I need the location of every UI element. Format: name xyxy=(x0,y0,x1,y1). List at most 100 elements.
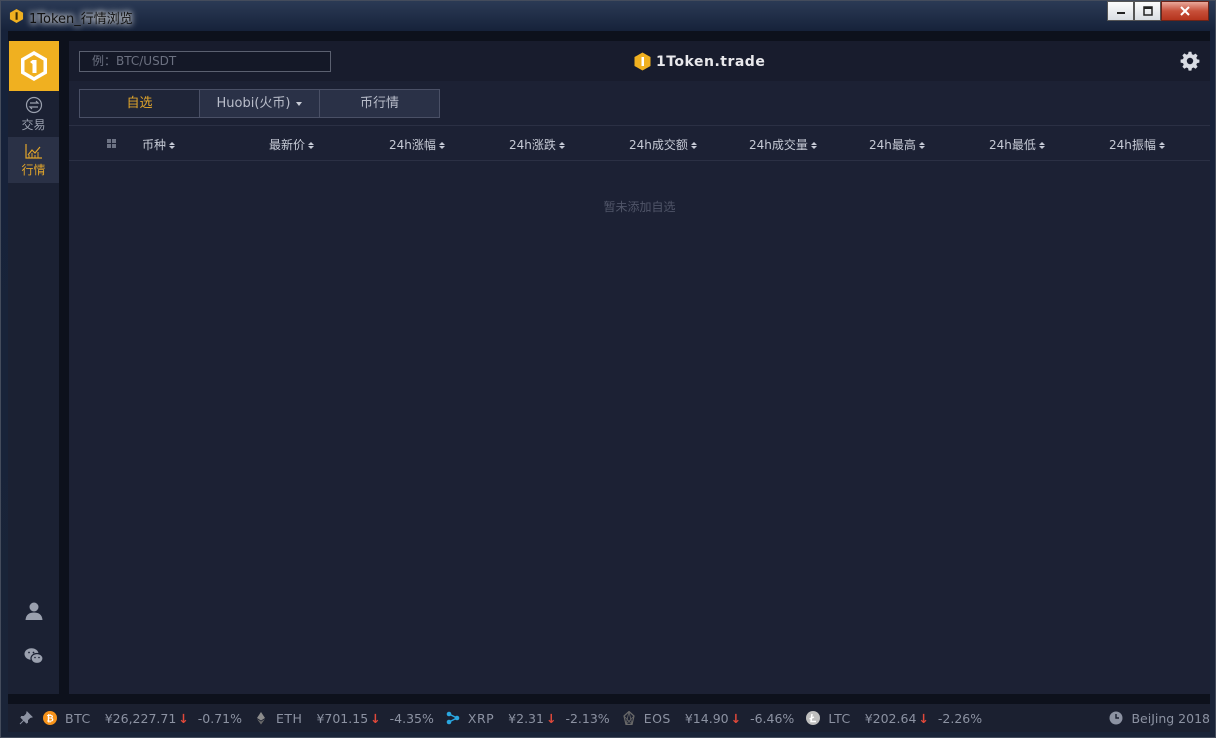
sidebar-logo[interactable] xyxy=(9,41,59,91)
market-tabs: 自选 Huobi(火币) 币行情 xyxy=(79,89,440,118)
down-arrow-icon: ↓ xyxy=(178,710,189,726)
ticker-item-ltc[interactable]: LTC ¥202.64 ↓ -2.26% xyxy=(806,711,994,726)
eth-icon xyxy=(257,712,266,725)
maximize-button[interactable] xyxy=(1134,1,1161,21)
column-label: 24h涨跌 xyxy=(509,138,556,152)
column-header-volume[interactable]: 24h成交量 xyxy=(749,136,817,153)
sort-icon xyxy=(308,142,315,149)
ticker-change: -6.46% xyxy=(750,710,795,726)
ticker-price: ¥2.31 xyxy=(508,710,544,726)
sidebar-item-trade[interactable]: 交易 xyxy=(8,91,59,137)
sort-icon xyxy=(1158,142,1165,149)
ticker-change: -4.35% xyxy=(389,710,434,726)
main-panel: 例：BTC/USDT 1Token.trade 自选 Huobi(火币) 币行情 xyxy=(69,41,1210,694)
column-header-amplitude[interactable]: 24h振幅 xyxy=(1109,136,1165,153)
clock-label: BeiJing 2018 xyxy=(1131,710,1210,726)
window-title: 1Token_行情浏览 xyxy=(29,12,133,27)
sort-icon xyxy=(169,142,176,149)
column-header-high[interactable]: 24h最高 xyxy=(869,136,925,153)
ticker-symbol: BTC xyxy=(65,710,91,726)
brand: 1Token.trade xyxy=(634,52,765,71)
sidebar-item-market[interactable]: 行情 xyxy=(8,137,59,183)
app-logo-icon xyxy=(9,8,24,24)
tab-favorites[interactable]: 自选 xyxy=(80,90,200,117)
column-header-change-pct[interactable]: 24h涨幅 xyxy=(389,136,445,153)
column-label: 币种 xyxy=(142,138,167,152)
sort-icon xyxy=(690,142,697,149)
maximize-icon xyxy=(1142,6,1153,16)
sort-icon xyxy=(558,142,565,149)
sort-icon xyxy=(438,142,445,149)
sidebar-item-label: 行情 xyxy=(21,162,46,177)
pin-icon[interactable] xyxy=(19,711,33,725)
svg-text:₿: ₿ xyxy=(46,714,53,725)
ticker-change: -2.13% xyxy=(565,710,610,726)
column-header-low[interactable]: 24h最低 xyxy=(989,136,1045,153)
minimize-button[interactable] xyxy=(1107,1,1134,21)
brand-logo-icon xyxy=(21,51,47,81)
title-bar[interactable]: 1Token_行情浏览 xyxy=(1,1,1216,31)
client-area: 交易 行情 例：BTC/USDT 1Token.trade 自选 Huobi(火… xyxy=(8,31,1210,732)
ticker-item-xrp[interactable]: XRP ¥2.31 ↓ -2.13% xyxy=(446,711,622,726)
ticker-symbol: EOS xyxy=(643,710,671,726)
column-label: 24h振幅 xyxy=(1109,138,1156,152)
header-bar: 例：BTC/USDT 1Token.trade xyxy=(69,41,1210,81)
search-input[interactable]: 例：BTC/USDT xyxy=(79,51,331,72)
swap-icon xyxy=(25,96,42,113)
chevron-down-icon xyxy=(296,101,303,106)
down-arrow-icon: ↓ xyxy=(545,710,557,726)
column-header-coin[interactable]: 币种 xyxy=(142,136,176,153)
column-label: 24h成交额 xyxy=(629,138,688,152)
user-icon xyxy=(25,602,42,620)
sort-icon xyxy=(918,142,925,149)
clock-icon xyxy=(1109,711,1123,725)
ticker-change: -0.71% xyxy=(197,710,243,726)
tab-label: 自选 xyxy=(126,96,153,111)
column-header-change[interactable]: 24h涨跌 xyxy=(509,136,565,153)
ticker-item-eos[interactable]: EOS ¥14.90 ↓ -6.46% xyxy=(622,711,807,726)
ticker-price: ¥701.15 xyxy=(316,710,369,726)
eos-icon xyxy=(623,711,635,725)
ticker-price: ¥14.90 xyxy=(684,710,729,726)
app-window: 1Token_行情浏览 交易 行情 例：BTC/USDT 1Token.trad… xyxy=(0,0,1216,738)
column-label: 24h最高 xyxy=(869,138,916,152)
xrp-icon xyxy=(446,711,460,725)
brand-name: 1Token.trade xyxy=(656,53,766,70)
sidebar: 交易 行情 xyxy=(8,41,59,694)
ticker-change: -2.26% xyxy=(937,710,983,726)
down-arrow-icon: ↓ xyxy=(730,710,742,726)
ticker-item-eth[interactable]: ETH ¥701.15 ↓ -4.35% xyxy=(254,711,446,726)
column-label: 24h成交量 xyxy=(749,138,808,152)
down-arrow-icon: ↓ xyxy=(370,710,381,726)
grid-icon[interactable] xyxy=(107,139,116,148)
ticker-price: ¥26,227.71 xyxy=(104,710,177,726)
wechat-button[interactable] xyxy=(8,641,59,671)
tab-label: 币行情 xyxy=(359,96,399,111)
column-label: 最新价 xyxy=(269,138,306,152)
gear-icon[interactable] xyxy=(1180,51,1200,71)
user-button[interactable] xyxy=(8,596,59,626)
sort-icon xyxy=(1038,142,1045,149)
ticker-symbol: ETH xyxy=(276,710,303,726)
tab-coin-market[interactable]: 币行情 xyxy=(320,90,439,117)
column-header-turnover[interactable]: 24h成交额 xyxy=(629,136,697,153)
table-header: 币种 最新价 24h涨幅 24h涨跌 24h成交额 24h成交量 24h最高 2… xyxy=(69,125,1210,161)
tab-label: Huobi(火币) xyxy=(216,96,291,111)
tab-exchange-dropdown[interactable]: Huobi(火币) xyxy=(200,90,320,117)
ticker-price: ¥202.64 xyxy=(864,710,917,726)
column-label: 24h最低 xyxy=(989,138,1036,152)
brand-logo-icon xyxy=(634,52,651,71)
ticker-symbol: LTC xyxy=(828,710,851,726)
sort-icon xyxy=(810,142,817,149)
ticker-item-btc[interactable]: ₿ BTC ¥26,227.71 ↓ -0.71% xyxy=(43,711,254,726)
sidebar-item-label: 交易 xyxy=(21,117,46,132)
btc-icon: ₿ xyxy=(43,711,57,725)
close-button[interactable] xyxy=(1161,1,1209,21)
price-ticker: ₿ BTC ¥26,227.71 ↓ -0.71% ETH ¥701.15 ↓ … xyxy=(8,704,1210,732)
chart-icon xyxy=(24,143,42,159)
column-header-last-price[interactable]: 最新价 xyxy=(269,136,315,153)
wechat-icon xyxy=(24,648,44,665)
ticker-symbol: XRP xyxy=(467,710,495,726)
beijing-clock: BeiJing 2018 xyxy=(1109,711,1210,726)
close-icon xyxy=(1180,6,1190,16)
